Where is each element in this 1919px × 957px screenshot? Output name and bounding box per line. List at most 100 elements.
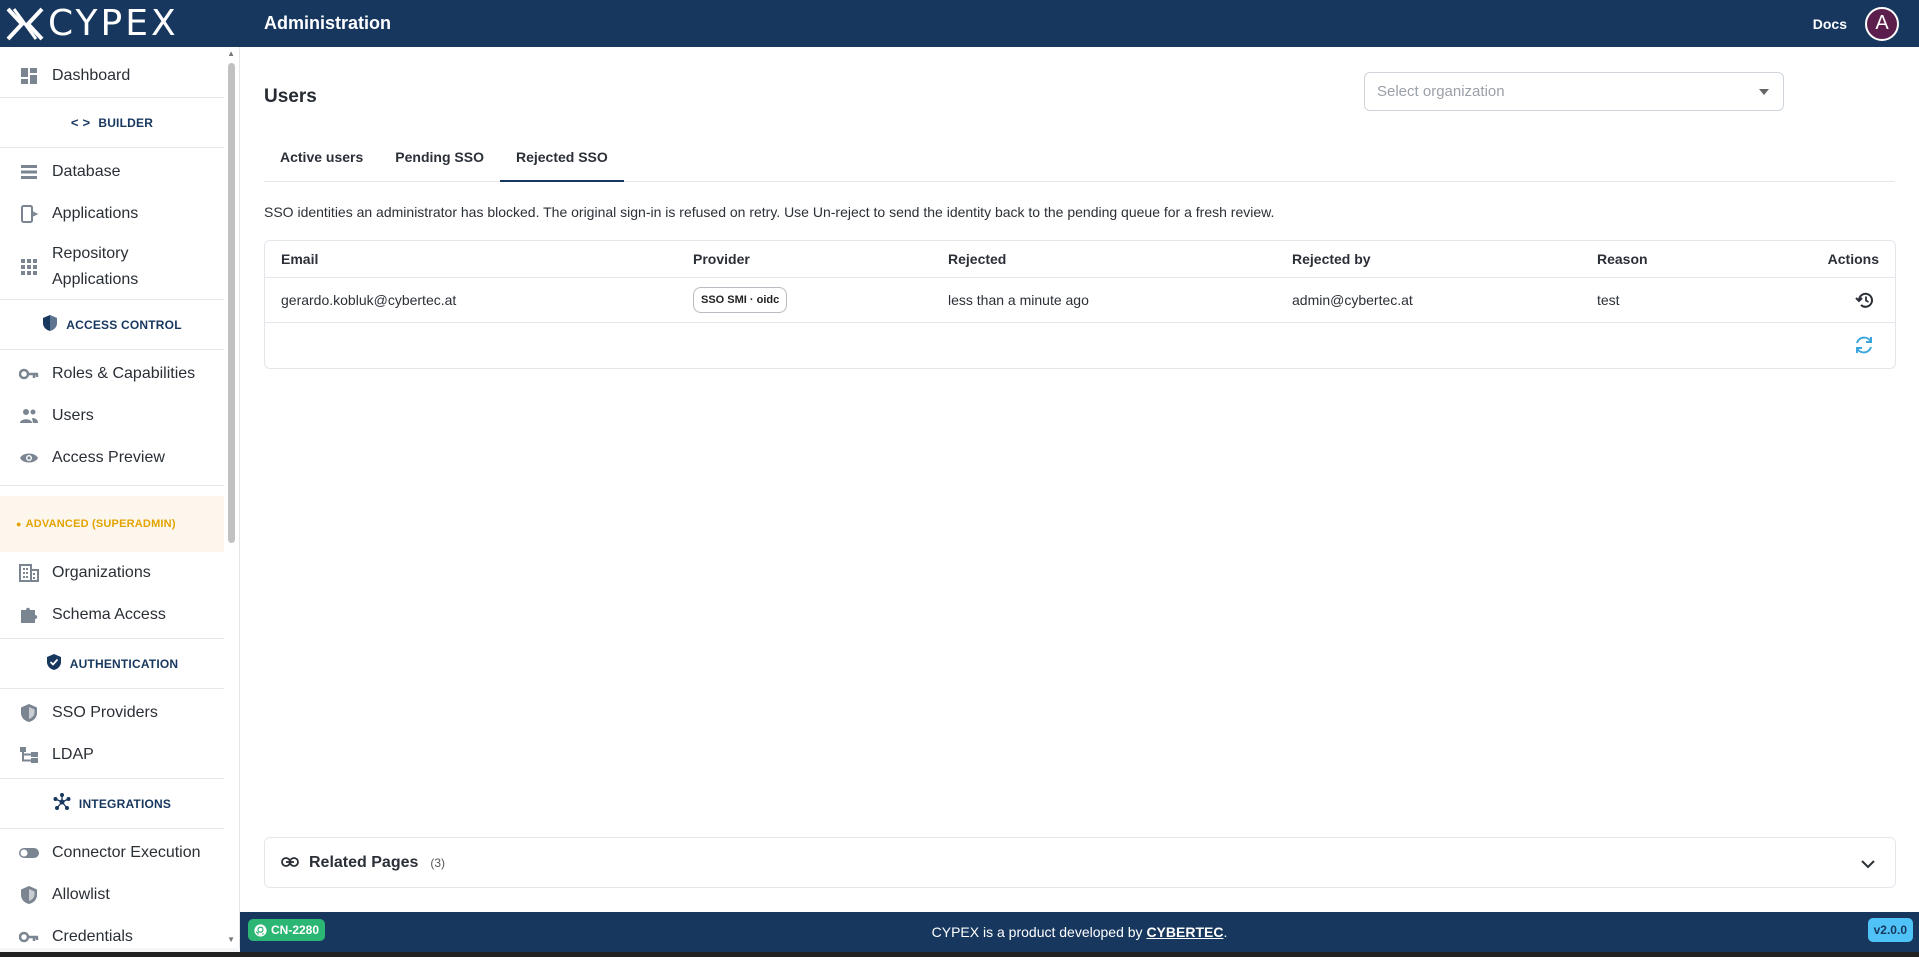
hub-icon — [53, 793, 71, 814]
sidebar-item-allowlist[interactable]: Allowlist — [0, 874, 239, 916]
sidebar-item-applications[interactable]: Applications — [0, 193, 239, 235]
cypex-logo[interactable]: CYPEX — [0, 0, 240, 47]
cell-reason: test — [1597, 292, 1620, 308]
sidebar-item-label: Database — [52, 163, 121, 180]
shield-icon — [18, 884, 40, 906]
sidebar-item-label: Organizations — [52, 564, 151, 581]
provider-chip: SSO SMI · oidc — [693, 287, 788, 313]
sidebar-item-label: Repository — [52, 245, 129, 262]
column-header-reason: Reason — [1597, 251, 1648, 267]
footer-prefix: CYPEX is a product developed by — [931, 924, 1147, 940]
puzzle-icon — [18, 604, 40, 626]
cell-rejected-by: admin@cybertec.at — [1292, 292, 1413, 308]
column-header-provider: Provider — [693, 251, 750, 267]
related-pages-title: Related Pages — [309, 853, 419, 871]
sidebar-item-label: Applications — [52, 205, 139, 222]
rejected-sso-table: Email Provider Rejected Rejected by Reas… — [264, 240, 1896, 369]
tab-pending-sso[interactable]: Pending SSO — [379, 143, 500, 182]
cell-email: gerardo.kobluk@cybertec.at — [281, 292, 457, 308]
section-label: BUILDER — [98, 115, 154, 130]
sidebar-item-repository-applications[interactable]: Repository Applications — [0, 235, 239, 299]
sidebar-item-users[interactable]: Users — [0, 395, 239, 437]
section-builder: < > BUILDER — [0, 97, 224, 148]
sidebar-item-label: Dashboard — [52, 67, 131, 84]
sidebar-item-organizations[interactable]: Organizations — [0, 552, 239, 594]
dashboard-icon — [18, 65, 40, 87]
restore-icon — [1855, 292, 1873, 308]
chevron-down-icon[interactable] — [1861, 856, 1875, 874]
related-pages-count: (3) — [430, 855, 446, 870]
sidebar-item-access-preview[interactable]: Access Preview — [0, 437, 239, 479]
section-label: ACCESS CONTROL — [66, 317, 182, 332]
organization-select[interactable]: Select organization — [1364, 72, 1784, 111]
section-label: INTEGRATIONS — [78, 796, 172, 811]
shield-icon — [18, 702, 40, 724]
cell-rejected: less than a minute ago — [948, 292, 1089, 308]
code-icon: < > — [70, 115, 91, 130]
sidebar-item-connector-execution[interactable]: Connector Execution — [0, 832, 239, 874]
sidebar-item-label: LDAP — [52, 746, 94, 763]
page-title: Users — [264, 86, 317, 107]
sidebar-item-sso-providers[interactable]: SSO Providers — [0, 692, 239, 734]
sidebar-item-label: Applications — [52, 271, 139, 288]
eye-icon — [18, 447, 40, 469]
table-row: gerardo.kobluk@cybertec.at SSO SMI · oid… — [265, 278, 1895, 323]
bottom-strip — [0, 952, 1919, 957]
sidebar-item-label: Access Preview — [52, 449, 165, 466]
sidebar-item-credentials[interactable]: Credentials — [0, 916, 239, 948]
tab-active-users[interactable]: Active users — [264, 143, 379, 182]
organization-select-placeholder: Select organization — [1377, 83, 1505, 100]
top-bar: CYPEX Administration Docs A — [0, 0, 1919, 47]
footer-text: CYPEX is a product developed by CYBERTEC… — [932, 924, 1228, 940]
table-footer — [265, 323, 1895, 368]
section-authentication: AUTHENTICATION — [0, 638, 224, 689]
column-header-rejected: Rejected — [948, 251, 1007, 267]
ticket-badge[interactable]: CN-2280 — [248, 919, 326, 941]
scroll-up-arrow[interactable]: ▲ — [227, 49, 235, 58]
column-header-rejected-by: Rejected by — [1292, 251, 1371, 267]
unreject-button[interactable] — [1855, 290, 1875, 313]
sidebar-item-label: Allowlist — [52, 886, 110, 903]
refresh-icon[interactable] — [1853, 335, 1875, 360]
sidebar-scrollbar-thumb[interactable] — [228, 63, 235, 543]
sidebar-item-label: Credentials — [52, 928, 133, 945]
docs-link[interactable]: Docs — [1813, 16, 1847, 32]
logo-text: CYPEX — [48, 2, 179, 44]
app-title: Administration — [264, 13, 392, 33]
sidebar: Dashboard < > BUILDER Database Applicati… — [0, 47, 240, 948]
cypex-logo-icon — [6, 7, 44, 40]
sidebar-item-label: Connector Execution — [52, 844, 201, 861]
section-access-control: ACCESS CONTROL — [0, 299, 224, 350]
sidebar-item-schema-access[interactable]: Schema Access — [0, 594, 239, 636]
warning-dot-icon: ● — [16, 519, 22, 529]
building-icon — [18, 562, 40, 584]
tab-rejected-sso[interactable]: Rejected SSO — [499, 143, 624, 182]
people-icon — [18, 405, 40, 427]
ticket-label: CN-2280 — [271, 923, 320, 937]
user-avatar[interactable]: A — [1865, 6, 1899, 41]
main-content: Users Select organization Active users P… — [240, 47, 1919, 912]
link-icon — [281, 854, 299, 872]
sidebar-item-database[interactable]: Database — [0, 151, 239, 193]
divider — [0, 485, 224, 486]
footer: CN-2280 CYPEX is a product developed by … — [240, 912, 1919, 952]
column-header-email: Email — [281, 251, 319, 267]
sidebar-item-label: Schema Access — [52, 606, 166, 623]
toggle-icon — [18, 842, 40, 864]
sidebar-item-ldap[interactable]: LDAP — [0, 734, 239, 776]
sidebar-item-dashboard[interactable]: Dashboard — [0, 55, 239, 97]
github-icon — [254, 923, 267, 937]
key-icon — [18, 363, 40, 385]
cybertec-link[interactable]: CYBERTEC — [1146, 924, 1223, 940]
tree-icon — [18, 744, 40, 766]
version-badge: v2.0.0 — [1867, 918, 1913, 942]
sidebar-item-roles[interactable]: Roles & Capabilities — [0, 353, 239, 395]
sidebar-item-label: SSO Providers — [52, 704, 158, 721]
related-pages-panel[interactable]: Related Pages (3) — [264, 837, 1896, 888]
sidebar-item-label: Roles & Capabilities — [52, 365, 196, 382]
apps-grid-icon — [18, 256, 40, 278]
table-header: Email Provider Rejected Rejected by Reas… — [265, 241, 1895, 278]
scroll-down-arrow[interactable]: ▼ — [227, 935, 235, 944]
section-label: ADVANCED (SUPERADMIN) — [25, 518, 176, 530]
applications-icon — [18, 203, 40, 225]
